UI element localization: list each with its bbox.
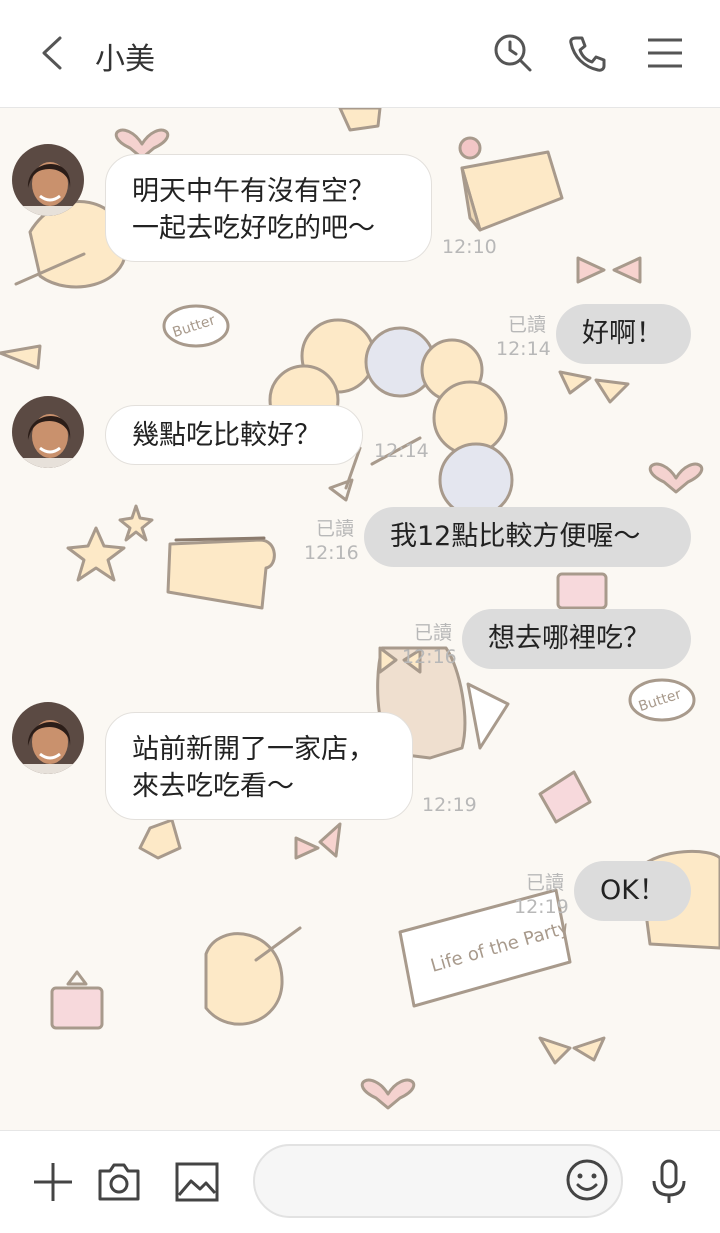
message-time: 12:19 [514,896,569,918]
menu-icon[interactable] [642,30,688,76]
message-bubble-incoming[interactable]: 站前新開了一家店， 來去吃吃看～ [105,712,413,820]
image-icon[interactable] [172,1157,222,1207]
plus-icon[interactable] [28,1157,78,1207]
contact-avatar-photo [12,396,84,468]
chat-title: 小美 [95,42,155,77]
read-receipt: 已讀 [413,622,452,644]
avatar[interactable] [12,702,84,774]
message-time: 12:14 [374,440,429,462]
avatar[interactable] [12,144,84,216]
chat-header: 小美 [0,0,720,108]
message-bubble-incoming[interactable]: 幾點吃比較好？ [105,405,363,465]
chat-area[interactable]: Butter Butter Life of the Party 明天中午有沒有空… [0,108,720,1130]
read-receipt: 已讀 [507,314,546,336]
read-receipt: 已讀 [315,518,354,540]
message-bubble-incoming[interactable]: 明天中午有沒有空？ 一起去吃好吃的吧～ [105,154,432,262]
contact-avatar-photo [12,144,84,216]
camera-icon[interactable] [94,1157,144,1207]
message-time: 12:16 [402,646,457,668]
contact-avatar-photo [12,702,84,774]
emoji-icon[interactable] [564,1157,610,1203]
back-arrow-icon[interactable] [30,30,76,76]
message-bubble-outgoing[interactable]: OK！ [574,861,691,921]
microphone-icon[interactable] [644,1157,694,1207]
phone-icon[interactable] [564,30,610,76]
message-composer [0,1130,720,1233]
message-time: 12:10 [442,236,497,258]
message-bubble-outgoing[interactable]: 我12點比較方便喔～ [364,507,691,567]
message-bubble-outgoing[interactable]: 想去哪裡吃？ [462,609,691,669]
avatar[interactable] [12,396,84,468]
message-time: 12:14 [496,338,551,360]
message-bubble-outgoing[interactable]: 好啊！ [556,304,691,364]
message-time: 12:19 [422,794,477,816]
message-time: 12:16 [304,542,359,564]
search-history-icon[interactable] [490,30,536,76]
read-receipt: 已讀 [525,872,564,894]
